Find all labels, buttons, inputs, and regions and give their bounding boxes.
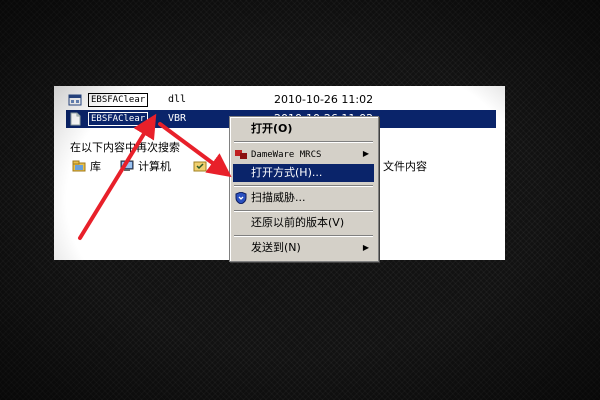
menu-item-open[interactable]: 打开(O) bbox=[233, 120, 374, 138]
menu-item-label: 发送到(N) bbox=[251, 241, 301, 254]
file-ext: VBR bbox=[168, 113, 187, 124]
location-label: 库 bbox=[90, 160, 101, 173]
menu-item-scan[interactable]: 扫描威胁... bbox=[233, 189, 374, 207]
library-icon bbox=[72, 160, 86, 172]
search-again-label: 在以下内容中再次搜索 bbox=[70, 141, 180, 154]
location-custom[interactable]: 自 bbox=[193, 159, 222, 175]
menu-item-dameware[interactable]: DameWare MRCS ▶ bbox=[233, 145, 374, 163]
menu-item-label: 扫描威胁... bbox=[251, 191, 306, 204]
file-name[interactable]: EBSFAClear bbox=[88, 112, 149, 126]
file-ext: dll bbox=[168, 94, 187, 105]
custom-folder-icon bbox=[193, 161, 207, 172]
menu-item-label: 打开(O) bbox=[251, 122, 293, 135]
file-name[interactable]: EBSFAClear bbox=[88, 93, 149, 107]
menu-separator bbox=[234, 210, 373, 212]
location-computer[interactable]: 计算机 bbox=[120, 159, 171, 175]
location-file-contents[interactable]: 文件内容 bbox=[383, 159, 427, 175]
context-menu: 打开(O) DameWare MRCS ▶ 打开方式(H)... 扫描威胁...… bbox=[229, 116, 379, 262]
menu-item-label: 打开方式(H)... bbox=[251, 166, 323, 179]
dameware-icon bbox=[235, 150, 247, 159]
file-row-dll[interactable]: EBSFAClear dll 2010-10-26 11:02 bbox=[66, 91, 496, 109]
menu-item-label: DameWare MRCS bbox=[251, 150, 322, 160]
location-label: 计算机 bbox=[138, 160, 171, 173]
menu-separator bbox=[234, 235, 373, 237]
menu-separator bbox=[234, 185, 373, 187]
file-date: 2010-10-26 11:02 bbox=[274, 93, 374, 106]
submenu-arrow-icon: ▶ bbox=[362, 243, 369, 252]
location-label: 自 bbox=[211, 160, 222, 173]
dll-file-icon bbox=[68, 94, 82, 106]
computer-icon bbox=[120, 160, 134, 171]
generic-file-icon bbox=[70, 112, 81, 126]
menu-separator bbox=[234, 141, 373, 143]
location-label: 文件内容 bbox=[383, 160, 427, 173]
menu-item-open-with[interactable]: 打开方式(H)... bbox=[233, 164, 374, 182]
shield-icon bbox=[235, 192, 247, 204]
menu-item-label: 还原以前的版本(V) bbox=[251, 216, 345, 229]
menu-item-send-to[interactable]: 发送到(N) ▶ bbox=[233, 239, 374, 257]
menu-item-restore-versions[interactable]: 还原以前的版本(V) bbox=[233, 214, 374, 232]
location-library[interactable]: 库 bbox=[72, 159, 101, 175]
submenu-arrow-icon: ▶ bbox=[362, 149, 369, 158]
